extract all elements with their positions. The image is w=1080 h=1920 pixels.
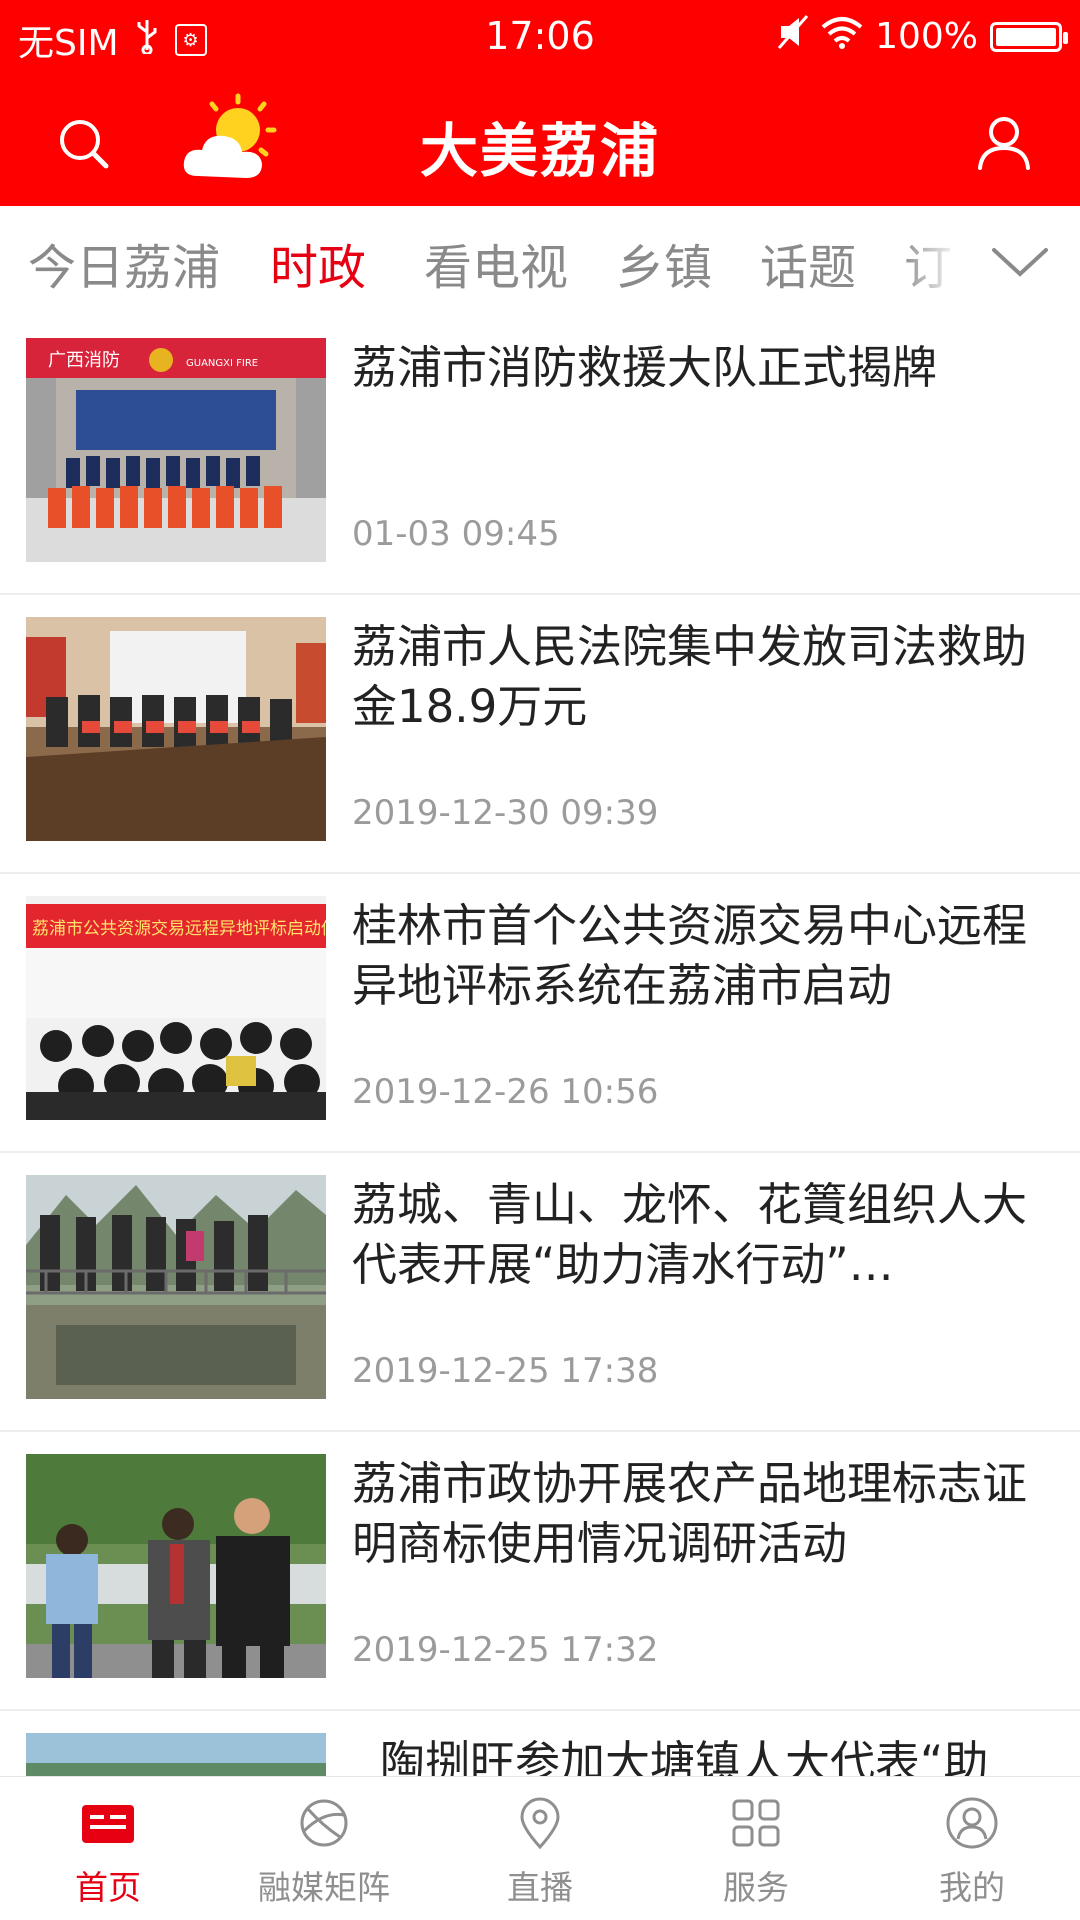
news-title[interactable]: 荔浦市人民法院集中发放司法救助金18.9万元	[352, 617, 1052, 737]
news-item[interactable]: 荔城、青山、龙怀、花篢组织人大代表开展“助力清水行动”… 2019-12-25 …	[0, 1153, 1080, 1432]
tab-today-lipu[interactable]: 今日荔浦	[28, 228, 220, 298]
bottom-tab-home[interactable]: 首页	[0, 1777, 216, 1920]
tab-tv[interactable]: 看电视	[424, 228, 568, 298]
bottom-tab-services[interactable]: 服务	[648, 1777, 864, 1920]
tab-politics[interactable]: 时政	[270, 228, 366, 298]
tab-towns[interactable]: 乡镇	[616, 228, 712, 298]
bottom-tab-live[interactable]: 直播	[432, 1777, 648, 1920]
battery-percent: 100%	[875, 16, 978, 57]
news-item[interactable]: 荔浦市公共资源交易远程异地评标启动仪式 桂林市首个公共资源交易中心远程异地评标系…	[0, 874, 1080, 1153]
news-thumbnail: 荔浦市公共资源交易远程异地评标启动仪式	[26, 896, 326, 1120]
app-title: 大美荔浦	[419, 117, 660, 185]
news-title[interactable]: 荔城、青山、龙怀、花篢组织人大代表开展“助力清水行动”…	[352, 1175, 1052, 1295]
news-title[interactable]: 荔浦市消防救援大队正式揭牌	[352, 338, 1052, 398]
news-thumbnail	[26, 617, 326, 841]
grid-icon	[728, 1795, 784, 1851]
chevron-down-icon[interactable]	[988, 236, 1052, 286]
news-thumbnail	[26, 1454, 326, 1678]
news-item[interactable]: 广西消防 GUANGXI FIRE 荔浦市消防救援大队正式揭牌 01-03 09…	[0, 316, 1080, 595]
battery-icon	[990, 21, 1068, 52]
news-thumbnail: 广西消防 GUANGXI FIRE	[26, 338, 326, 562]
news-date: 01-03 09:45	[352, 514, 560, 554]
news-date: 2019-12-25 17:38	[352, 1351, 659, 1391]
banner-text: 荔浦市公共资源交易远程异地评标启动仪式	[32, 919, 326, 939]
location-pin-icon	[512, 1795, 568, 1851]
news-item[interactable]: 陶捌旺参加大塘镇人大代表“助	[0, 1711, 1080, 1776]
channel-tabs: 今日荔浦 时政 看电视 乡镇 话题 订	[0, 206, 1080, 316]
fire-sign-en-text: GUANGXI FIRE	[186, 358, 258, 369]
bottom-tab-mine[interactable]: 我的	[864, 1777, 1080, 1920]
fire-sign-text: 广西消防	[48, 350, 120, 371]
app-header: 无SIM ⚙ 17:06 100% 大美荔浦	[0, 0, 1080, 206]
news-date: 2019-12-26 10:56	[352, 1072, 659, 1112]
status-right: 100%	[777, 14, 1068, 59]
tab-fade	[900, 206, 960, 316]
news-title[interactable]: 荔浦市政协开展农产品地理标志证明商标使用情况调研活动	[352, 1454, 1052, 1574]
bottom-tab-label: 直播	[507, 1868, 573, 1907]
home-news-icon	[80, 1795, 136, 1851]
news-item[interactable]: 荔浦市政协开展农产品地理标志证明商标使用情况调研活动 2019-12-25 17…	[0, 1432, 1080, 1711]
news-title[interactable]: 桂林市首个公共资源交易中心远程异地评标系统在荔浦市启动	[352, 896, 1052, 1016]
bottom-tab-media-matrix[interactable]: 融媒矩阵	[216, 1777, 432, 1920]
battery-fill	[996, 27, 1056, 46]
news-thumbnail	[26, 1175, 326, 1399]
news-item[interactable]: 荔浦市人民法院集中发放司法救助金18.9万元 2019-12-30 09:39	[0, 595, 1080, 874]
bottom-tab-label: 首页	[75, 1868, 141, 1907]
nav-bar: 大美荔浦	[0, 76, 1080, 206]
mute-icon	[777, 14, 809, 59]
user-icon[interactable]	[974, 112, 1034, 172]
wifi-icon	[821, 15, 863, 58]
bottom-tab-bar: 首页 融媒矩阵 直播 服务 我的	[0, 1776, 1080, 1920]
news-title[interactable]: 陶捌旺参加大塘镇人大代表“助	[380, 1733, 1080, 1776]
status-bar: 无SIM ⚙ 17:06 100%	[0, 0, 1080, 76]
news-date: 2019-12-30 09:39	[352, 793, 659, 833]
news-thumbnail	[26, 1733, 326, 1776]
tab-topics[interactable]: 话题	[760, 228, 856, 298]
bottom-tab-label: 服务	[723, 1868, 789, 1907]
news-date: 2019-12-25 17:32	[352, 1630, 659, 1670]
bottom-tab-label: 融媒矩阵	[258, 1868, 390, 1907]
profile-icon	[944, 1795, 1000, 1851]
globe-icon	[296, 1795, 352, 1851]
news-feed[interactable]: 广西消防 GUANGXI FIRE 荔浦市消防救援大队正式揭牌 01-03 09…	[0, 316, 1080, 1776]
bottom-tab-label: 我的	[939, 1868, 1005, 1907]
